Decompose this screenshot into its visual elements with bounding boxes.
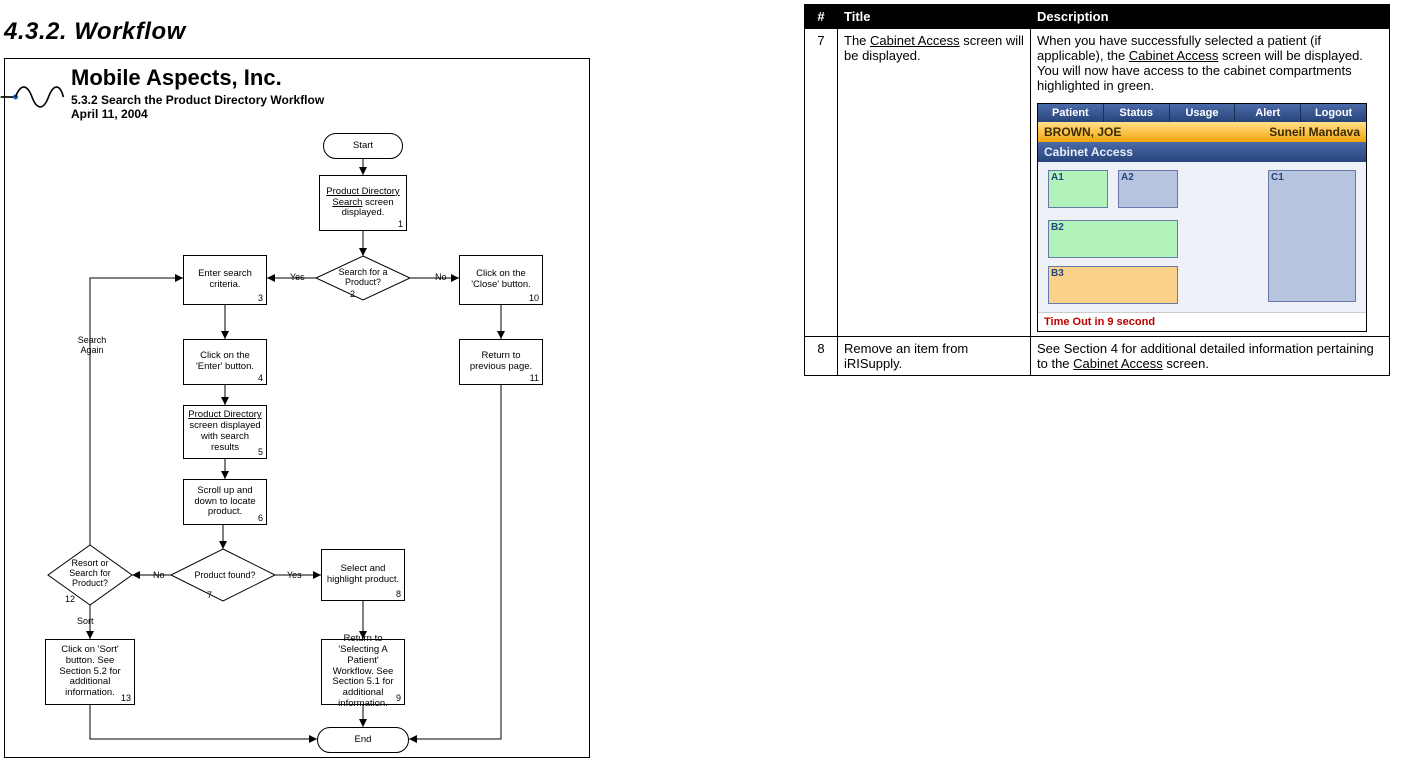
decision-12-number: 12 <box>65 594 75 604</box>
col-hash: # <box>805 5 838 29</box>
flowchart-decision-2: Search for a Product? <box>335 267 391 287</box>
flowchart-step-4: Click on the 'Enter' button.4 <box>183 339 267 385</box>
user-name: Suneil Mandava <box>1269 125 1360 139</box>
label-search-again: Search Again <box>67 335 117 355</box>
flowchart-step-8: Select and highlight product.8 <box>321 549 405 601</box>
table-row: 8 Remove an item from iRISupply. See Sec… <box>805 337 1390 376</box>
flowchart-step-13: Click on 'Sort' button. See Section 5.2 … <box>45 639 135 705</box>
row7-title: The Cabinet Access screen will be displa… <box>838 29 1031 337</box>
section-heading: 4.3.2. Workflow <box>4 18 186 46</box>
compartment-a2[interactable]: A2 <box>1118 170 1178 208</box>
tab-logout[interactable]: Logout <box>1301 104 1366 122</box>
flowchart-step-3: Enter search criteria.3 <box>183 255 267 305</box>
decision-7-number: 7 <box>207 590 212 600</box>
row7-desc: When you have successfully selected a pa… <box>1031 29 1390 337</box>
compartment-grid: A1 A2 C1 B2 B3 <box>1038 162 1366 312</box>
compartment-c1[interactable]: C1 <box>1268 170 1356 302</box>
compartment-a1[interactable]: A1 <box>1048 170 1108 208</box>
row7-num: 7 <box>805 29 838 337</box>
inset-title: Cabinet Access <box>1044 145 1133 159</box>
tab-patient[interactable]: Patient <box>1038 104 1104 122</box>
workflow-diagram: Mobile Aspects, Inc. 5.3.2 Search the Pr… <box>4 58 590 758</box>
flowchart-decision-7: Product found? <box>190 570 260 580</box>
label-no-d2: No <box>435 272 447 282</box>
compartment-b3[interactable]: B3 <box>1048 266 1178 304</box>
decision-2-number: 2 <box>350 289 355 299</box>
flowchart-step-11: Return to previous page.11 <box>459 339 543 385</box>
flowchart-end: End <box>317 727 409 753</box>
workflow-steps-table: # Title Description 7 The Cabinet Access… <box>804 4 1390 376</box>
tab-usage[interactable]: Usage <box>1170 104 1236 122</box>
inset-tabs: Patient Status Usage Alert Logout <box>1038 104 1366 122</box>
flowchart-step-5: Product Directory screen displayed with … <box>183 405 267 459</box>
label-yes-d7: Yes <box>287 570 302 580</box>
flowchart-start: Start <box>323 133 403 159</box>
label-yes-d2: Yes <box>290 272 305 282</box>
flowchart-step-6: Scroll up and down to locate product.6 <box>183 479 267 525</box>
table-row: 7 The Cabinet Access screen will be disp… <box>805 29 1390 337</box>
flowchart-step-1: Product Directory Search screen displaye… <box>319 175 407 231</box>
patient-name: BROWN, JOE <box>1044 125 1121 139</box>
row8-num: 8 <box>805 337 838 376</box>
tab-alert[interactable]: Alert <box>1235 104 1301 122</box>
flowchart-step-9: Return to 'Selecting A Patient' Workflow… <box>321 639 405 705</box>
row8-desc: See Section 4 for additional detailed in… <box>1031 337 1390 376</box>
label-no-d7: No <box>153 570 165 580</box>
cabinet-access-inset: Patient Status Usage Alert Logout BROWN,… <box>1037 103 1367 332</box>
row8-title: Remove an item from iRISupply. <box>838 337 1031 376</box>
tab-status[interactable]: Status <box>1104 104 1170 122</box>
compartment-b2[interactable]: B2 <box>1048 220 1178 258</box>
flowchart-step-10: Click on the 'Close' button.10 <box>459 255 543 305</box>
timeout-label: Time Out in 9 second <box>1038 312 1366 331</box>
col-desc: Description <box>1031 5 1390 29</box>
flowchart-decision-12: Resort or Search for Product? <box>63 558 117 588</box>
table-header-row: # Title Description <box>805 5 1390 29</box>
label-sort: Sort <box>77 616 94 626</box>
col-title: Title <box>838 5 1031 29</box>
